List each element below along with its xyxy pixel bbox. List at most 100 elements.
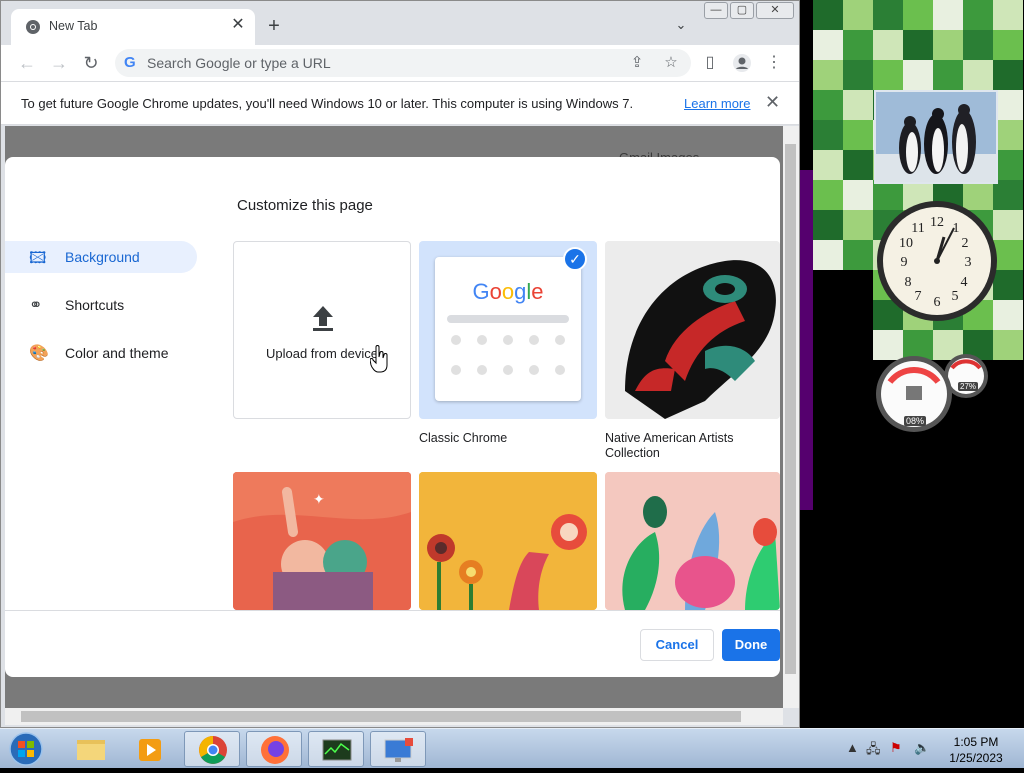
preview-shortcut-dot bbox=[451, 365, 461, 375]
tray-expand-icon[interactable]: ▲ bbox=[846, 740, 859, 755]
wallpaper-tile bbox=[813, 60, 843, 90]
update-infobar: To get future Google Chrome updates, you… bbox=[1, 81, 799, 125]
link-icon: ⚭ bbox=[29, 297, 43, 314]
reload-icon[interactable]: ↻ bbox=[79, 52, 103, 74]
preview-shortcut-dot bbox=[477, 365, 487, 375]
side-panel-icon[interactable]: ▯ bbox=[698, 52, 722, 74]
done-button[interactable]: Done bbox=[722, 629, 780, 661]
wallpaper-tile bbox=[843, 240, 873, 270]
penguins-photo-gadget[interactable] bbox=[874, 90, 998, 184]
sidebar-item-background[interactable]: 🖾 Background bbox=[5, 241, 197, 273]
menu-dots-icon[interactable]: ⋮ bbox=[762, 52, 786, 74]
dialog-title: Customize this page bbox=[237, 197, 373, 214]
back-icon[interactable]: ← bbox=[15, 52, 39, 74]
close-window-button[interactable]: ✕ bbox=[756, 2, 794, 19]
selected-check-icon: ✓ bbox=[563, 247, 587, 271]
classic-chrome-tile[interactable]: Google ✓ bbox=[419, 241, 597, 419]
svg-text:2: 2 bbox=[962, 236, 969, 251]
share-icon[interactable]: ⇪ bbox=[627, 54, 647, 72]
wallpaper-tile bbox=[813, 0, 843, 30]
svg-text:5: 5 bbox=[952, 289, 959, 304]
vertical-scrollbar-thumb[interactable] bbox=[785, 144, 796, 674]
wallpaper-tile bbox=[963, 30, 993, 60]
omnibox[interactable]: G Search Google or type a URL ⇪ ☆ bbox=[115, 49, 691, 77]
learn-more-link[interactable]: Learn more bbox=[684, 96, 750, 111]
native-artists-label-line1: Native American Artists bbox=[605, 431, 734, 445]
minimize-button[interactable]: — bbox=[704, 2, 728, 19]
wallpaper-tile bbox=[843, 60, 873, 90]
chrome-favicon-icon bbox=[26, 20, 40, 34]
svg-text:4: 4 bbox=[961, 275, 968, 290]
svg-text:8: 8 bbox=[905, 275, 912, 290]
volume-icon[interactable]: 🔈 bbox=[914, 740, 930, 756]
wallpaper-tile bbox=[993, 0, 1023, 30]
svg-text:6: 6 bbox=[934, 295, 941, 310]
horizontal-scrollbar-thumb[interactable] bbox=[21, 711, 741, 722]
native-artists-label-line2: Collection bbox=[605, 446, 660, 460]
preview-shortcut-dot bbox=[451, 335, 461, 345]
wallpaper-tile bbox=[843, 30, 873, 60]
illustration-tile-friends[interactable]: ✦ bbox=[233, 472, 411, 610]
native-american-artists-tile[interactable] bbox=[605, 241, 780, 419]
infobar-close-icon[interactable]: ✕ bbox=[765, 92, 780, 113]
wallpaper-tile bbox=[903, 0, 933, 30]
vertical-scrollbar[interactable] bbox=[783, 126, 799, 708]
horizontal-scrollbar[interactable] bbox=[5, 708, 783, 725]
dialog-divider bbox=[5, 610, 780, 611]
tab-search-icon[interactable]: ⌄ bbox=[671, 17, 691, 37]
cpu-meter-gadget[interactable]: 08% 27% bbox=[876, 354, 1002, 434]
classic-chrome-label: Classic Chrome bbox=[419, 431, 508, 445]
svg-text:9: 9 bbox=[901, 255, 908, 270]
svg-text:3: 3 bbox=[965, 255, 972, 270]
sidebar-item-shortcuts[interactable]: ⚭ Shortcuts bbox=[5, 289, 197, 321]
preview-shortcut-dot bbox=[503, 365, 513, 375]
svg-text:10: 10 bbox=[899, 236, 913, 251]
sidebar-item-label: Shortcuts bbox=[65, 297, 125, 313]
classic-preview-card: Google bbox=[435, 257, 581, 401]
svg-text:11: 11 bbox=[911, 221, 924, 236]
tab-new-tab[interactable]: New Tab ✕ bbox=[11, 9, 255, 45]
illustration-tile-plants[interactable] bbox=[605, 472, 780, 610]
cpu-percentage: 08% bbox=[904, 416, 927, 426]
taskbar-chrome[interactable] bbox=[184, 731, 240, 767]
wallpaper-tile bbox=[813, 210, 843, 240]
action-center-icon[interactable]: ⚑ bbox=[890, 740, 902, 756]
start-button[interactable] bbox=[6, 731, 46, 767]
preview-shortcut-dot bbox=[555, 335, 565, 345]
wallpaper-tile bbox=[903, 60, 933, 90]
tray-time: 1:05 PM bbox=[953, 735, 999, 749]
network-icon[interactable]: 🖧 bbox=[866, 740, 881, 762]
cancel-button[interactable]: Cancel bbox=[640, 629, 714, 661]
tray-clock[interactable]: 1:05 PM 1/25/2023 bbox=[940, 734, 1012, 766]
wallpaper-tile bbox=[843, 90, 873, 120]
wallpaper-tile bbox=[813, 150, 843, 180]
wallpaper-tile bbox=[873, 0, 903, 30]
wallpaper-tile bbox=[963, 60, 993, 90]
wallpaper-tile bbox=[933, 30, 963, 60]
palette-icon: 🎨 bbox=[29, 345, 49, 362]
wallpaper-tile bbox=[813, 90, 843, 120]
taskbar-task-manager[interactable] bbox=[308, 731, 364, 767]
tab-close-icon[interactable]: ✕ bbox=[227, 14, 249, 36]
taskbar-remote-desktop[interactable] bbox=[370, 731, 426, 767]
wallpaper-tile bbox=[843, 150, 873, 180]
illustration-tile-flowers[interactable] bbox=[419, 472, 597, 610]
profile-icon[interactable] bbox=[730, 52, 754, 74]
wallpaper-tile bbox=[963, 0, 993, 30]
wallpaper-tile bbox=[873, 30, 903, 60]
clock-gadget[interactable]: 12 3 6 9 1245 7 8 10 11 bbox=[876, 200, 998, 322]
taskbar-firefox[interactable] bbox=[246, 731, 302, 767]
sidebar-item-color-theme[interactable]: 🎨 Color and theme bbox=[5, 337, 197, 369]
svg-text:12: 12 bbox=[930, 215, 944, 230]
taskbar-explorer[interactable] bbox=[62, 731, 118, 767]
omnibox-placeholder: Search Google or type a URL bbox=[147, 55, 331, 71]
taskbar: ▲ 🖧 ⚑ 🔈 1:05 PM 1/25/2023 bbox=[0, 728, 1024, 768]
taskbar-media-player[interactable] bbox=[122, 731, 178, 767]
upload-from-device-tile[interactable]: Upload from device bbox=[233, 241, 411, 419]
forward-icon[interactable]: → bbox=[47, 52, 71, 74]
new-tab-button[interactable]: + bbox=[263, 15, 285, 37]
wallpaper-tile bbox=[873, 60, 903, 90]
maximize-button[interactable]: ▢ bbox=[730, 2, 754, 19]
infobar-message: To get future Google Chrome updates, you… bbox=[21, 96, 634, 111]
bookmark-star-icon[interactable]: ☆ bbox=[661, 54, 681, 72]
